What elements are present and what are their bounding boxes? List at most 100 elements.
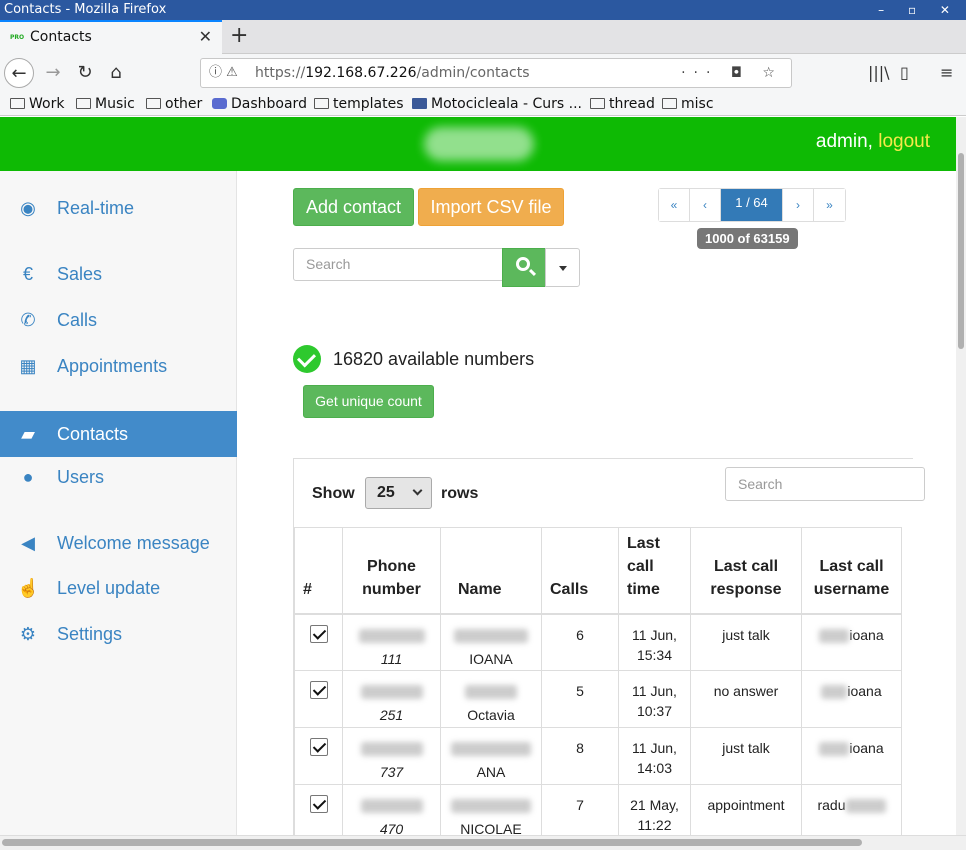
scroll-thumb[interactable]: [958, 153, 964, 349]
table-row[interactable]: 470 NICOLAE 7 21 May, 11:22 appointment …: [294, 784, 902, 835]
thumbs-up-icon: ☝: [17, 578, 40, 598]
last-call-time-cell: 11 Jun, 15:34: [618, 613, 691, 671]
page-first-button[interactable]: «: [659, 189, 690, 221]
browser-tab[interactable]: PRO Contacts ✕: [0, 20, 222, 54]
name-cell: ANA: [440, 727, 542, 785]
column-header-index[interactable]: #: [294, 527, 343, 615]
window-title: Contacts - Mozilla Firefox: [4, 2, 167, 17]
column-header-phone[interactable]: Phone number: [342, 527, 441, 615]
contacts-table-panel: Show 25 rows Search # Phone number Name …: [293, 458, 925, 835]
eye-icon: ◉: [20, 198, 36, 218]
table-search-input[interactable]: Search: [725, 467, 925, 501]
column-header-last-call-response[interactable]: Last call response: [690, 527, 802, 615]
bookmark-templates[interactable]: templates: [314, 94, 404, 114]
bookmark-work[interactable]: Work: [10, 94, 64, 114]
blurred-phone: [360, 799, 423, 814]
sidebar-item-appointments[interactable]: ▦ Appointments: [0, 343, 237, 389]
column-header-last-call-time[interactable]: Last call time: [618, 527, 691, 615]
column-header-name[interactable]: Name: [440, 527, 542, 615]
bookmark-misc[interactable]: misc: [662, 94, 714, 114]
close-tab-icon[interactable]: ✕: [199, 22, 212, 52]
sidebar-item-real-time[interactable]: ◉ Real-time: [0, 185, 237, 231]
chevron-down-icon: [412, 485, 423, 496]
add-contact-button[interactable]: Add contact: [293, 188, 414, 226]
blurred-name: [454, 628, 528, 643]
page-actions-icon[interactable]: ··· ◘ ☆: [681, 59, 783, 87]
tab-title: Contacts: [30, 29, 92, 45]
briefcase-icon: ▰: [21, 424, 35, 444]
sidebar-toggle-icon[interactable]: ▯: [900, 58, 909, 88]
phone-cell: 251: [342, 670, 441, 728]
name-cell: Octavia: [440, 670, 542, 728]
search-button[interactable]: [502, 248, 546, 287]
last-call-response-cell: just talk: [690, 727, 802, 785]
calls-cell: 5: [541, 670, 619, 728]
column-header-calls[interactable]: Calls: [541, 527, 619, 615]
url-prefix: https://: [255, 65, 306, 81]
row-checkbox[interactable]: [309, 624, 328, 643]
back-button-icon[interactable]: ←: [4, 58, 34, 88]
table-row[interactable]: 111 IOANA 6 11 Jun, 15:34 just talk ioan…: [294, 613, 902, 671]
url-bar[interactable]: ⓘ ⚠ https://192.168.67.226/admin/contact…: [200, 58, 792, 88]
table-row[interactable]: 251 Octavia 5 11 Jun, 10:37 no answer io…: [294, 670, 902, 728]
navigation-bar: ← → ↻ ⌂ ⓘ ⚠ https://192.168.67.226/admin…: [0, 54, 966, 92]
last-call-response-cell: appointment: [690, 784, 802, 835]
rows-per-page-select[interactable]: 25: [365, 477, 432, 509]
contact-search-input[interactable]: Search: [293, 248, 503, 281]
page-prev-button[interactable]: ‹: [690, 189, 721, 221]
sidebar-item-welcome-message[interactable]: ◀ Welcome message: [0, 520, 237, 566]
calls-cell: 6: [541, 613, 619, 671]
table-header-row: # Phone number Name Calls Last call time…: [294, 527, 902, 615]
row-checkbox-cell: [294, 670, 343, 728]
euro-icon: €: [22, 264, 33, 284]
megaphone-icon: ◀: [21, 533, 35, 553]
column-header-last-call-username[interactable]: Last call username: [801, 527, 902, 615]
sidebar: ◉ Real-time € Sales ✆ Calls ▦ Appointments ▰…: [0, 171, 237, 835]
row-checkbox-cell: [294, 784, 343, 835]
site-info-icon[interactable]: ⓘ ⚠: [209, 59, 238, 87]
table-row[interactable]: 737 ANA 8 11 Jun, 14:03 just talk ioana: [294, 727, 902, 785]
search-options-dropdown[interactable]: [545, 248, 580, 287]
forward-button-icon[interactable]: →: [38, 58, 68, 88]
get-unique-count-button[interactable]: Get unique count: [303, 385, 434, 418]
last-call-time-cell: 11 Jun, 14:03: [618, 727, 691, 785]
library-icon[interactable]: |||\: [868, 58, 890, 88]
bookmark-dashboard[interactable]: Dashboard: [212, 94, 307, 114]
logout-link[interactable]: logout: [878, 131, 930, 152]
page-last-button[interactable]: »: [814, 189, 845, 221]
pagination: « ‹ 1 / 64 › »: [658, 188, 846, 222]
sidebar-item-contacts[interactable]: ▰ Contacts: [0, 411, 237, 457]
row-checkbox[interactable]: [309, 681, 328, 699]
sidebar-item-level-update[interactable]: ☝ Level update: [0, 565, 237, 611]
folder-icon: [10, 98, 25, 109]
sidebar-item-sales[interactable]: € Sales: [0, 251, 237, 297]
row-checkbox[interactable]: [309, 795, 328, 813]
last-call-response-cell: no answer: [690, 670, 802, 728]
reload-icon[interactable]: ↻: [70, 58, 100, 88]
phone-cell: 737: [342, 727, 441, 785]
page-next-button[interactable]: ›: [783, 189, 814, 221]
scroll-thumb[interactable]: [2, 839, 862, 846]
username-label: admin,: [815, 131, 873, 152]
home-icon[interactable]: ⌂: [101, 58, 131, 88]
menu-icon[interactable]: ≡: [940, 58, 953, 88]
import-csv-button[interactable]: Import CSV file: [418, 188, 564, 226]
new-tab-icon[interactable]: +: [230, 20, 248, 52]
horizontal-scrollbar[interactable]: [0, 835, 966, 850]
app-header: admin, logout: [0, 117, 956, 171]
sidebar-item-settings[interactable]: ⚙ Settings: [0, 611, 237, 657]
bookmark-other[interactable]: other: [146, 94, 202, 114]
vertical-scrollbar[interactable]: [956, 117, 966, 835]
page-current[interactable]: 1 / 64: [721, 189, 783, 221]
bookmark-motocicleala[interactable]: Motocicleala - Curs ...: [412, 94, 582, 114]
row-checkbox[interactable]: [309, 738, 328, 756]
last-call-time-cell: 21 May, 11:22: [618, 784, 691, 835]
blurred-username: [821, 685, 848, 700]
sidebar-item-calls[interactable]: ✆ Calls: [0, 297, 237, 343]
bookmark-music[interactable]: Music: [76, 94, 135, 114]
window-controls[interactable]: – ▫ ✕: [878, 0, 960, 20]
bookmark-thread[interactable]: thread: [590, 94, 655, 114]
blurred-username: [819, 742, 850, 757]
calls-cell: 7: [541, 784, 619, 835]
sidebar-item-users[interactable]: ● Users: [0, 454, 237, 500]
